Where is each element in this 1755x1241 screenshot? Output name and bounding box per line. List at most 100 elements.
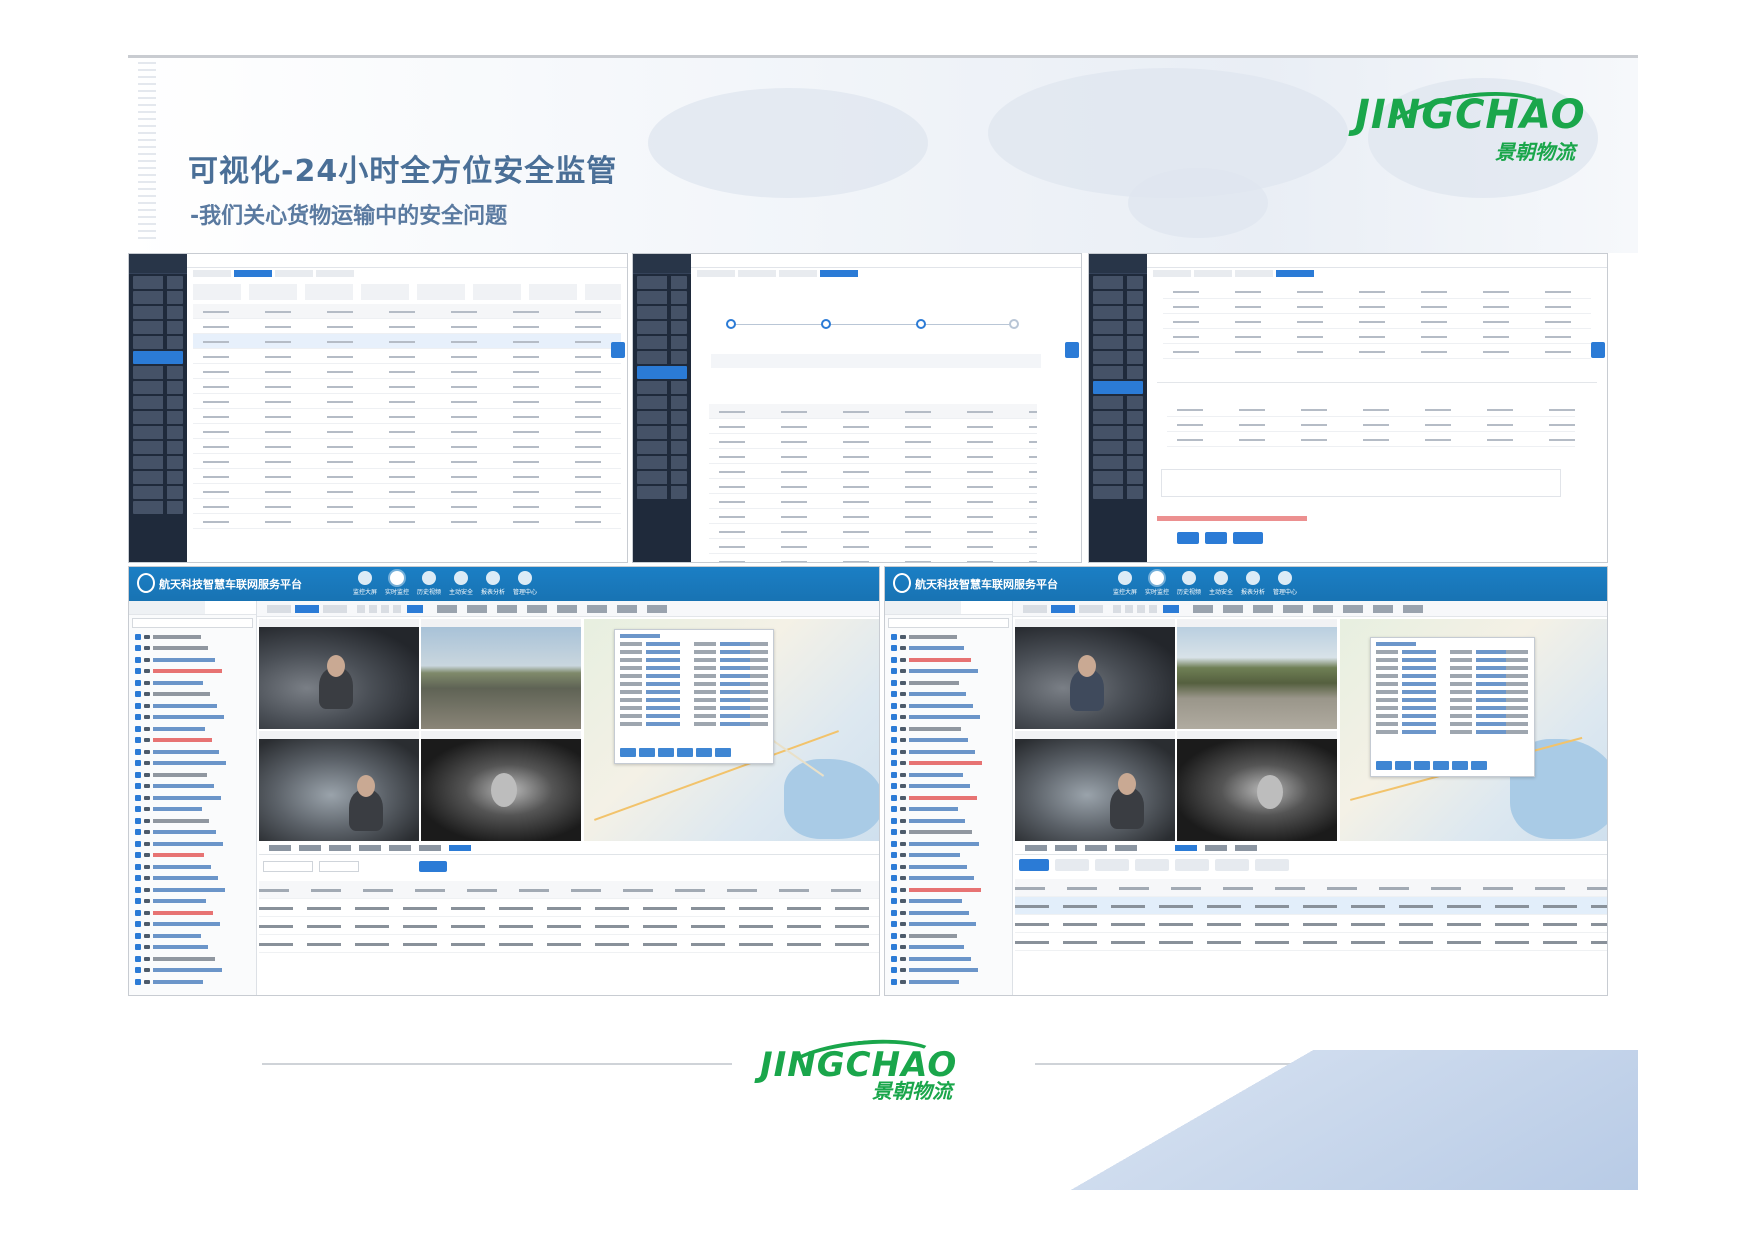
checkbox-icon[interactable]: [891, 955, 897, 962]
nav-management-center[interactable]: 管理中心: [1271, 571, 1299, 596]
vehicle-tree-item[interactable]: [129, 654, 256, 666]
checkbox-icon[interactable]: [891, 967, 897, 974]
checkbox-icon[interactable]: [135, 714, 141, 721]
vehicle-tree-item[interactable]: [129, 815, 256, 827]
nav-monitor-screen[interactable]: 监控大屏: [1111, 571, 1139, 596]
checkbox-icon[interactable]: [135, 817, 141, 824]
checkbox-icon[interactable]: [135, 725, 141, 732]
checkbox-icon[interactable]: [135, 668, 141, 675]
vehicle-tree-item[interactable]: [129, 827, 256, 839]
video-channel-2[interactable]: [421, 619, 581, 729]
vehicle-tree-item[interactable]: [129, 942, 256, 954]
checkbox-icon[interactable]: [135, 771, 141, 778]
vehicle-tree-item[interactable]: [885, 953, 1012, 965]
checkbox-icon[interactable]: [135, 955, 141, 962]
checkbox-icon[interactable]: [891, 737, 897, 744]
vehicle-tree-item[interactable]: [885, 781, 1012, 793]
vehicle-tree-item[interactable]: [129, 965, 256, 977]
settings-gear-button[interactable]: [611, 342, 625, 358]
action-button-1[interactable]: [1177, 532, 1199, 544]
checkbox-icon[interactable]: [135, 806, 141, 813]
nav-active-safety[interactable]: 主动安全: [1207, 571, 1235, 596]
checkbox-icon[interactable]: [135, 875, 141, 882]
checkbox-icon[interactable]: [891, 921, 897, 928]
nav-management-center[interactable]: 管理中心: [511, 571, 539, 596]
checkbox-icon[interactable]: [891, 875, 897, 882]
vehicle-tree-item[interactable]: [129, 850, 256, 862]
checkbox-icon[interactable]: [135, 783, 141, 790]
vehicle-tree-item[interactable]: [885, 919, 1012, 931]
checkbox-icon[interactable]: [891, 656, 897, 663]
vehicle-tree-item[interactable]: [885, 861, 1012, 873]
checkbox-icon[interactable]: [891, 817, 897, 824]
checkbox-icon[interactable]: [891, 840, 897, 847]
vehicle-tree-item[interactable]: [129, 746, 256, 758]
vehicle-tree-item[interactable]: [885, 746, 1012, 758]
vehicle-tree-item[interactable]: [885, 907, 1012, 919]
video-channel-4[interactable]: [421, 731, 581, 841]
checkbox-icon[interactable]: [135, 633, 141, 640]
filter-select-2[interactable]: [319, 861, 359, 872]
vehicle-tree-item[interactable]: [885, 884, 1012, 896]
vehicle-tree-item[interactable]: [885, 827, 1012, 839]
vehicle-tree-item[interactable]: [885, 976, 1012, 988]
vehicle-tree-item[interactable]: [129, 976, 256, 988]
checkbox-icon[interactable]: [135, 760, 141, 767]
nav-history-video[interactable]: 历史视频: [1175, 571, 1203, 596]
checkbox-icon[interactable]: [891, 633, 897, 640]
checkbox-icon[interactable]: [135, 967, 141, 974]
vehicle-tree-item[interactable]: [129, 689, 256, 701]
checkbox-icon[interactable]: [891, 760, 897, 767]
vehicle-tree-item[interactable]: [129, 712, 256, 724]
checkbox-icon[interactable]: [891, 794, 897, 801]
vehicle-tree-item[interactable]: [129, 838, 256, 850]
vehicle-tree-item[interactable]: [885, 723, 1012, 735]
action-button-3[interactable]: [1233, 532, 1263, 544]
checkbox-icon[interactable]: [135, 932, 141, 939]
vehicle-tree-item[interactable]: [129, 631, 256, 643]
checkbox-icon[interactable]: [135, 921, 141, 928]
vehicle-tree-item[interactable]: [129, 953, 256, 965]
vehicle-tree-item[interactable]: [129, 804, 256, 816]
vehicle-tree-item[interactable]: [885, 769, 1012, 781]
settings-gear-button[interactable]: [1065, 342, 1079, 358]
vehicle-tree-item[interactable]: [885, 712, 1012, 724]
nav-active-safety[interactable]: 主动安全: [447, 571, 475, 596]
vehicle-tree-item[interactable]: [885, 838, 1012, 850]
checkbox-icon[interactable]: [891, 978, 897, 985]
video-channel-2[interactable]: [1177, 619, 1337, 729]
checkbox-icon[interactable]: [135, 886, 141, 893]
vehicle-tree-item[interactable]: [885, 815, 1012, 827]
vehicle-tree-item[interactable]: [885, 700, 1012, 712]
checkbox-icon[interactable]: [891, 829, 897, 836]
checkbox-icon[interactable]: [891, 944, 897, 951]
checkbox-icon[interactable]: [891, 702, 897, 709]
vehicle-tree-item[interactable]: [885, 666, 1012, 678]
checkbox-icon[interactable]: [135, 829, 141, 836]
checkbox-icon[interactable]: [891, 783, 897, 790]
checkbox-icon[interactable]: [891, 725, 897, 732]
vehicle-tree-item[interactable]: [129, 792, 256, 804]
vehicle-tree-item[interactable]: [885, 735, 1012, 747]
nav-history-video[interactable]: 历史视频: [415, 571, 443, 596]
checkbox-icon[interactable]: [891, 863, 897, 870]
vehicle-tree-item[interactable]: [129, 873, 256, 885]
checkbox-icon[interactable]: [135, 978, 141, 985]
vehicle-tree-item[interactable]: [885, 758, 1012, 770]
vehicle-tree-item[interactable]: [129, 677, 256, 689]
checkbox-icon[interactable]: [135, 691, 141, 698]
nav-realtime-monitor[interactable]: 实时监控: [383, 571, 411, 596]
filter-select[interactable]: [263, 861, 313, 872]
vehicle-tree-item[interactable]: [885, 930, 1012, 942]
checkbox-icon[interactable]: [135, 656, 141, 663]
vehicle-tree-item[interactable]: [129, 896, 256, 908]
vehicle-tree-item[interactable]: [129, 643, 256, 655]
vehicle-tree-item[interactable]: [885, 896, 1012, 908]
vehicle-tree-item[interactable]: [885, 677, 1012, 689]
vehicle-tree-item[interactable]: [129, 930, 256, 942]
vehicle-tree-item[interactable]: [885, 689, 1012, 701]
vehicle-tree-item[interactable]: [885, 631, 1012, 643]
checkbox-icon[interactable]: [891, 886, 897, 893]
vehicle-tree-item[interactable]: [885, 873, 1012, 885]
vehicle-tree-item[interactable]: [129, 907, 256, 919]
